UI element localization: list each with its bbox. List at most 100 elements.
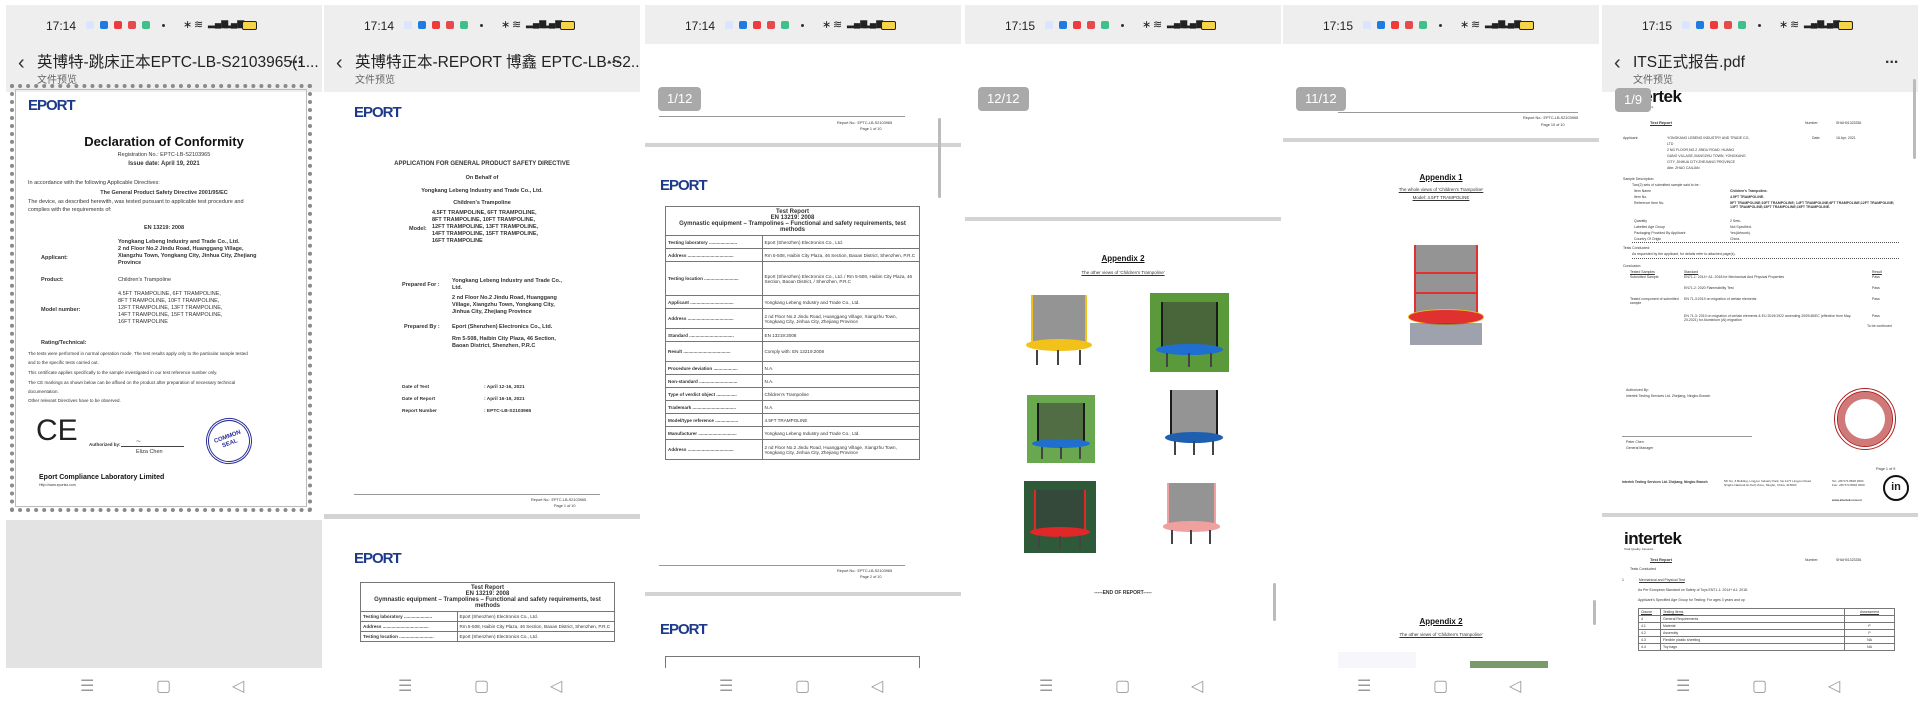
notification-icon	[86, 21, 94, 29]
prepared-for-line: Jinhua City, Zhejiang Province	[452, 309, 532, 315]
conclusion-result: Pass	[1872, 297, 1880, 301]
document-viewer[interactable]: Appendix 2 The other views of 'Children'…	[965, 44, 1281, 668]
back-icon[interactable]: ‹	[18, 52, 25, 75]
table-header: Clause Testing items Assessment	[1638, 608, 1895, 616]
back-nav-icon[interactable]: ◁	[1509, 676, 1521, 696]
page-divider	[1283, 138, 1599, 142]
home-icon[interactable]: ▢	[1433, 676, 1448, 696]
document-viewer[interactable]: Report No.: EPTC-LB-S2103965 Page 10 of …	[1283, 44, 1599, 668]
cell-item: Assembly	[1660, 629, 1845, 637]
product: Children's Trampoline	[453, 200, 511, 206]
home-icon[interactable]: ▢	[156, 676, 171, 696]
menu-icon[interactable]: ☰	[1676, 676, 1690, 696]
trampoline-leg	[1165, 353, 1168, 368]
more-icon[interactable]: ...	[1885, 50, 1898, 68]
certificate-title: Declaration of Conformity	[84, 134, 244, 149]
footer-page: Page 2 of 10	[860, 575, 882, 579]
footer-report-no: Report No.: EPTC-LB-S2103965	[837, 121, 893, 125]
lab-url: Http://www.eportsz.com	[39, 483, 76, 487]
back-nav-icon[interactable]: ◁	[232, 676, 244, 696]
scrollbar[interactable]	[1273, 583, 1276, 621]
eport-logo: EPORT	[660, 177, 708, 194]
menu-icon[interactable]: ☰	[398, 676, 412, 696]
status-bar: 17:14 ∗ ≋ ▂▄▆ ▂▄▆	[645, 5, 961, 44]
menu-icon[interactable]: ☰	[1039, 676, 1053, 696]
row-value: N.A.	[761, 361, 921, 375]
cover-heading: APPLICATION FOR GENERAL PRODUCT SAFETY D…	[394, 161, 570, 167]
date-label: Date:	[1812, 136, 1821, 140]
status-time: 17:14	[364, 19, 395, 33]
scrollbar[interactable]	[1913, 79, 1916, 159]
applicant-line: LTD	[1667, 142, 1674, 146]
chat-app-icon	[1101, 21, 1109, 29]
home-icon[interactable]: ▢	[474, 676, 489, 696]
cell-item: Flexible plastic sheeting	[1660, 636, 1845, 644]
bluetooth-icon: ∗	[1142, 19, 1152, 31]
menu-icon[interactable]: ☰	[80, 676, 94, 696]
date-value: 16 Apr, 2021	[1836, 136, 1856, 140]
back-nav-icon[interactable]: ◁	[1191, 676, 1203, 696]
prepared-by-label: Prepared By :	[404, 324, 440, 330]
model-label: Model number:	[41, 307, 81, 313]
eport-logo: EPORT	[660, 621, 708, 638]
trampoline-leg	[1211, 441, 1214, 456]
tests-text: As requested by the applicant, for detai…	[1632, 252, 1736, 256]
dot-icon	[480, 24, 483, 27]
applicant-line: CITY, JINHUA CITY,ZHEJIANG PROVINCE	[1667, 160, 1735, 164]
cell-assessment: NA	[1844, 643, 1895, 651]
back-nav-icon[interactable]: ◁	[550, 676, 562, 696]
page-divider	[645, 592, 961, 596]
applicant-line: 2 nd Floor No.2 Jindu Road, Huanggang Vi…	[118, 246, 244, 252]
scrollbar[interactable]	[938, 118, 941, 198]
page-divider	[645, 143, 961, 147]
section-title: Mechanical and Physical Test	[1639, 578, 1685, 582]
row-label: Applicant ..............................…	[665, 295, 763, 309]
menu-icon[interactable]: ☰	[719, 676, 733, 696]
conclusion-sample: Submitted Sample	[1630, 275, 1659, 279]
row-label: Testing location .......................…	[665, 261, 763, 296]
document-viewer[interactable]: EPORT Declaration of Conformity Registra…	[6, 84, 322, 668]
wifi-icon: ≋	[1790, 19, 1800, 31]
chat-app-icon	[781, 21, 789, 29]
notification-icon	[725, 21, 733, 29]
note-line: documentation.	[28, 389, 59, 394]
status-bar: 17:15 ∗ ≋ ▂▄▆ ▂▄▆	[1283, 5, 1599, 44]
document-viewer[interactable]: intertek Total Quality. Assured. Test Re…	[1602, 79, 1918, 668]
model-line: 14FT TRAMPOLINE, 15FT TRAMPOLINE,	[118, 312, 223, 318]
more-icon[interactable]: ...	[607, 50, 620, 68]
more-icon[interactable]: ...	[289, 50, 302, 68]
document-viewer[interactable]: EPORT APPLICATION FOR GENERAL PRODUCT SA…	[324, 92, 640, 668]
battery-icon	[560, 21, 575, 30]
back-nav-icon[interactable]: ◁	[1828, 676, 1840, 696]
video-app-icon	[432, 21, 440, 29]
home-icon[interactable]: ▢	[1115, 676, 1130, 696]
table-row: 4.1 Material P	[1638, 622, 1895, 630]
bluetooth-icon: ∗	[1460, 19, 1470, 31]
navigation-bar: ☰ ▢ ◁	[645, 668, 961, 709]
back-icon[interactable]: ‹	[1614, 52, 1621, 75]
notification-icon	[1045, 21, 1053, 29]
cell-assessment: P	[1844, 622, 1895, 630]
trampoline-net	[1030, 295, 1088, 343]
footer-report-no: Report No.: EPTC-LB-S2103965	[837, 569, 893, 573]
col-clause: Clause	[1638, 608, 1661, 616]
sample-value: 8FT TRAMPOLINE;10FT TRAMPOLINE; 14FT TRA…	[1730, 201, 1895, 210]
model-line: 14FT TRAMPOLINE, 15FT TRAMPOLINE,	[432, 231, 539, 237]
home-icon[interactable]: ▢	[795, 676, 810, 696]
document-viewer[interactable]: Report No.: EPTC-LB-S2103965 Page 1 of 1…	[645, 44, 961, 676]
home-icon[interactable]: ▢	[1752, 676, 1767, 696]
menu-icon[interactable]: ☰	[1357, 676, 1371, 696]
page-indicator: 11/12	[1296, 87, 1346, 111]
issue-date: Issue date: April 19, 2021	[128, 161, 200, 167]
back-nav-icon[interactable]: ◁	[871, 676, 883, 696]
sample-key: Reference Item No.	[1634, 201, 1665, 205]
company: Yongkang Lebeng Industry and Trade Co., …	[421, 188, 543, 194]
back-icon[interactable]: ‹	[336, 52, 343, 75]
trampoline-leg	[1171, 530, 1174, 544]
scrollbar[interactable]	[1593, 600, 1596, 625]
age-line: Applicant's Specified Age Group for Test…	[1638, 598, 1745, 602]
table-row: Standard ...............................…	[665, 328, 921, 342]
number-value: SHAH01323336	[1836, 558, 1862, 562]
table-row: Testing laboratory .....................…	[665, 235, 921, 249]
battery-icon	[1201, 21, 1216, 30]
